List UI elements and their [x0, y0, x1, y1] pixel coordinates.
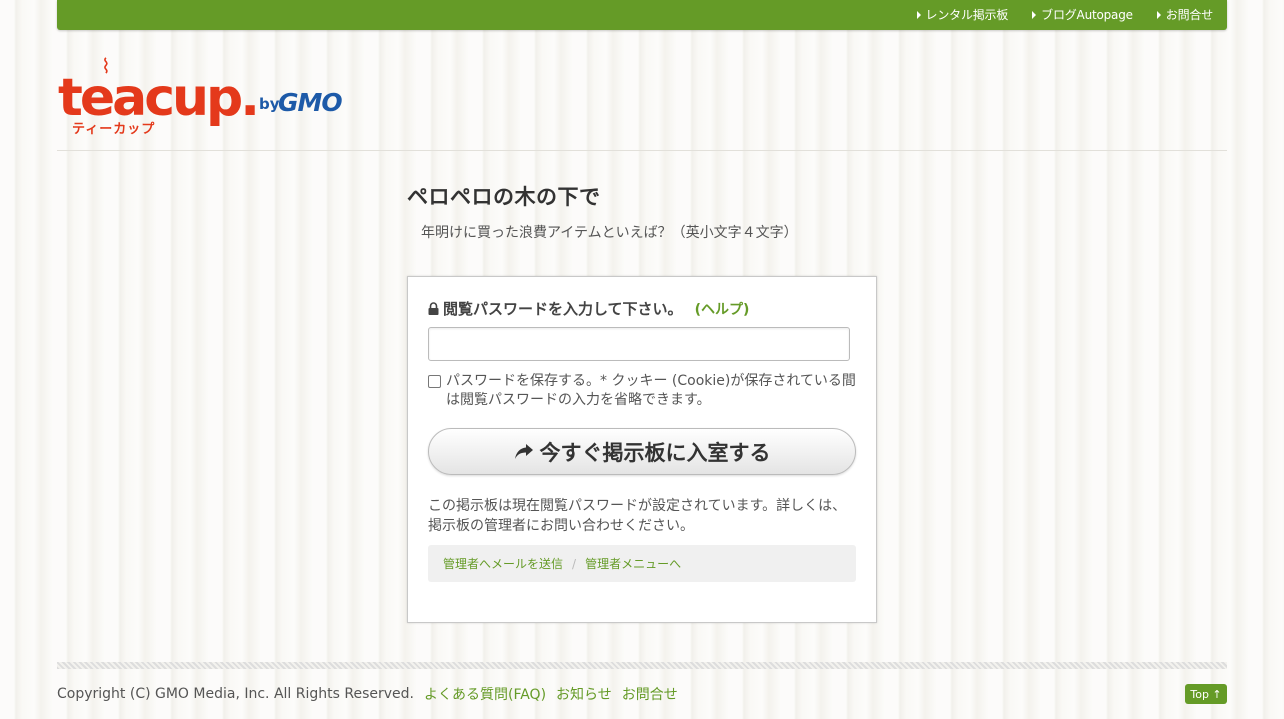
copyright: Copyright (C) GMO Media, Inc. All Rights… [57, 686, 414, 702]
admin-menu-link[interactable]: 管理者メニューへ [585, 555, 681, 572]
password-notice: この掲示板は現在閲覧パスワードが設定されています。詳しくは、掲示板の管理者にお問… [428, 498, 847, 534]
password-hint: 年明けに買った浪費アイテムといえば？（英小文字４文字） [421, 225, 798, 241]
nav-link-label: レンタル掲示板 [925, 8, 1009, 22]
logo-wordmark: teacup. [58, 68, 260, 128]
top-nav: レンタル掲示板 ブログAutopage お問合せ [916, 6, 1213, 23]
login-panel: 閲覧パスワードを入力して下さい。 (ヘルプ) パスワードを保存する。* クッキー… [407, 276, 877, 623]
enter-button-label: 今すぐ掲示板に入室する [539, 440, 771, 465]
password-label: 閲覧パスワードを入力して下さい。 [443, 300, 683, 318]
nav-link-label: お問合せ [1165, 8, 1213, 22]
footer-link-contact[interactable]: お問合せ [622, 684, 678, 704]
share-arrow-icon [514, 444, 533, 459]
remember-checkbox[interactable] [428, 375, 441, 388]
nav-link-label: ブログAutopage [1041, 8, 1133, 22]
footer-link-faq[interactable]: よくある質問(FAQ) [424, 684, 546, 704]
nav-link-rental-board[interactable]: レンタル掲示板 [916, 6, 1009, 23]
nav-link-contact[interactable]: お問合せ [1156, 6, 1213, 23]
footer-stripe [57, 662, 1227, 669]
admin-mail-link[interactable]: 管理者へメールを送信 [443, 555, 563, 572]
top-nav-bar: レンタル掲示板 ブログAutopage お問合せ [57, 0, 1227, 30]
enter-board-button[interactable]: 今すぐ掲示板に入室する [428, 428, 856, 475]
back-to-top-button[interactable]: Top ↑ [1185, 684, 1227, 704]
nav-link-blog[interactable]: ブログAutopage [1032, 6, 1133, 23]
remember-label: パスワードを保存する。* クッキー (Cookie)が保存されている間は閲覧パス… [446, 373, 856, 408]
remember-password[interactable]: パスワードを保存する。* クッキー (Cookie)が保存されている間は閲覧パス… [428, 372, 858, 410]
logo-by: by [259, 95, 280, 113]
password-input[interactable] [428, 327, 850, 361]
board-title: ペロペロの木の下で [407, 185, 601, 209]
lock-icon [428, 302, 439, 315]
footer-link-news[interactable]: お知らせ [556, 684, 612, 704]
logo-gmo: GMO [278, 88, 343, 117]
teacup-logo[interactable]: ⌇ teacup. ティーカップ by GMO [57, 56, 377, 140]
password-label-row: 閲覧パスワードを入力して下さい。 (ヘルプ) [428, 298, 749, 319]
help-link[interactable]: (ヘルプ) [695, 299, 750, 319]
header-divider [57, 150, 1227, 151]
admin-links: 管理者へメールを送信 / 管理者メニューへ [428, 545, 856, 582]
footer: Copyright (C) GMO Media, Inc. All Rights… [57, 684, 678, 704]
caret-right-icon [1032, 10, 1037, 19]
logo-kana: ティーカップ [72, 122, 156, 137]
link-separator: / [572, 556, 577, 571]
caret-right-icon [916, 10, 921, 19]
caret-right-icon [1156, 10, 1161, 19]
